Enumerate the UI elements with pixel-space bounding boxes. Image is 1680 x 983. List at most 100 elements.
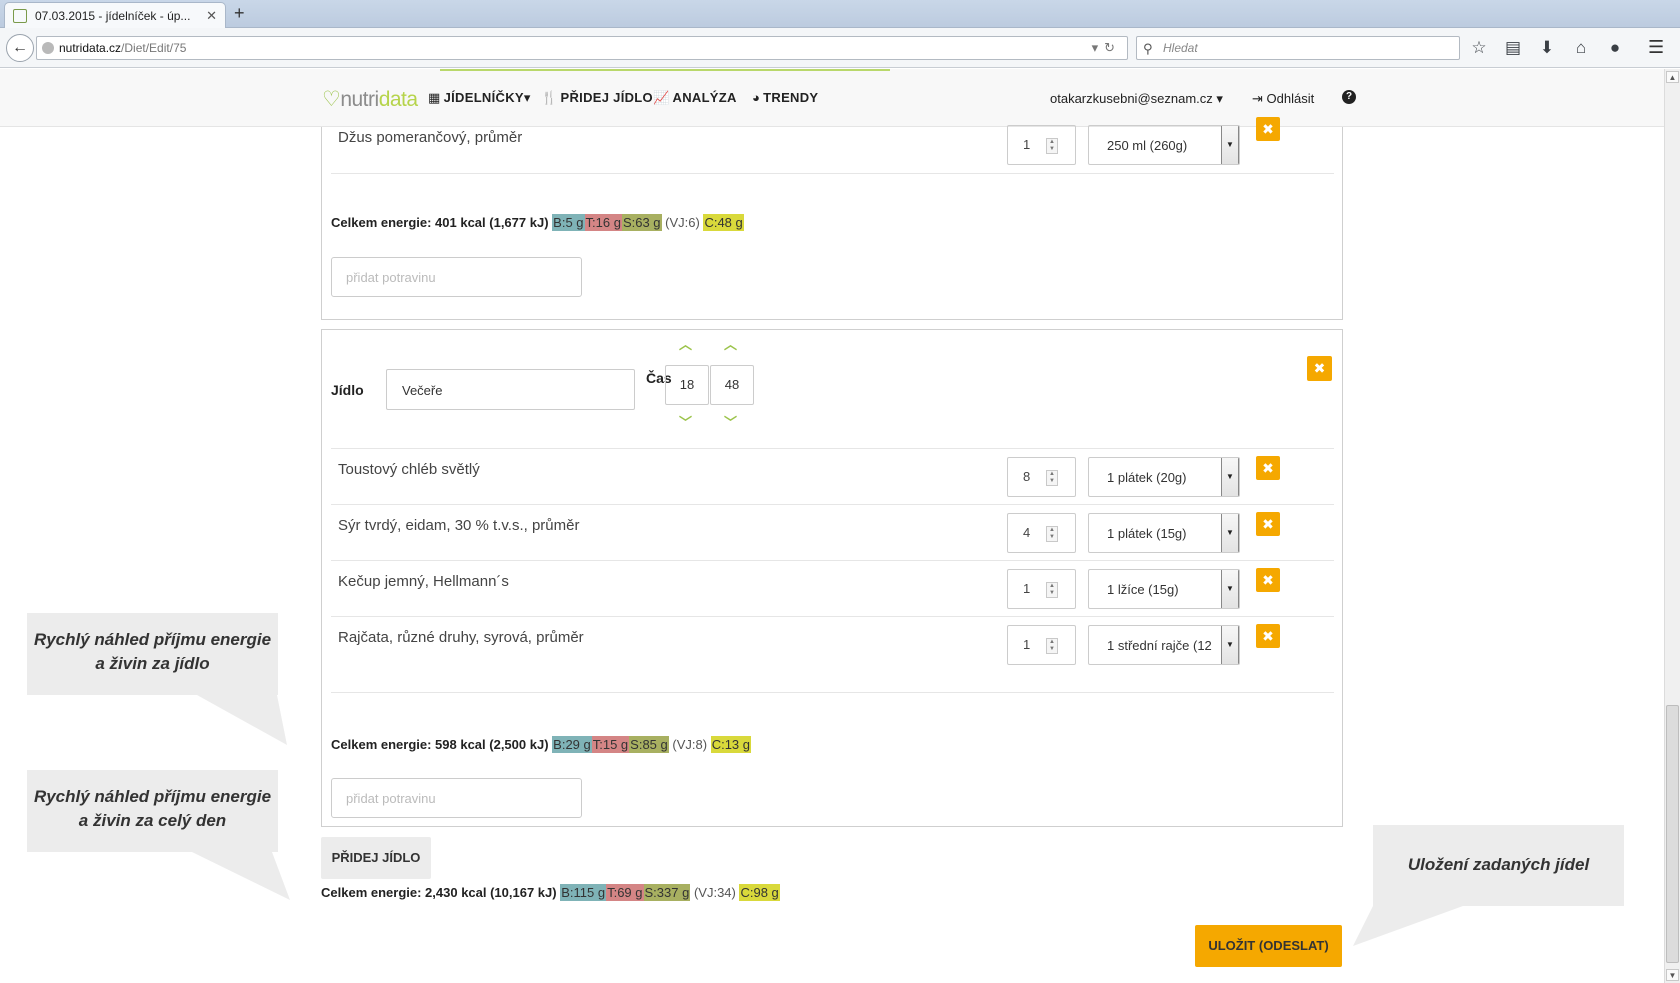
scroll-up-arrow-icon[interactable]: ▲	[1666, 71, 1679, 83]
fiber-badge: C:13 g	[710, 736, 751, 753]
browser-toolbar: ← nutridata.cz/Diet/Edit/75 ▾↻ ⚲ Hledat …	[0, 28, 1680, 68]
unit-select[interactable]: 1 plátek (15g) ▼	[1088, 513, 1240, 553]
quantity-stepper[interactable]: 8 ▲ ▼	[1007, 457, 1076, 497]
dropdown-arrow-icon[interactable]: ▼	[1221, 458, 1239, 496]
nav-jidelnicky[interactable]: ▦ JÍDELNÍČKY▾	[428, 90, 531, 106]
minute-up-chevron-icon[interactable]: ︿	[724, 334, 737, 353]
spinner-arrows-icon[interactable]: ▲ ▼	[1046, 470, 1058, 486]
quantity-stepper[interactable]: 1 ▲ ▼	[1007, 625, 1076, 665]
dropdown-arrow-icon[interactable]: ▼	[1221, 570, 1239, 608]
scrollbar-thumb[interactable]	[1666, 705, 1679, 963]
chat-icon[interactable]: ●	[1604, 37, 1626, 59]
add-meal-button[interactable]: PŘIDEJ JÍDLO	[321, 837, 431, 879]
spinner-arrows-icon[interactable]: ▲ ▼	[1046, 582, 1058, 598]
browser-search-field[interactable]: ⚲ Hledat	[1136, 36, 1460, 60]
vj-value: (VJ:34)	[693, 885, 736, 900]
spinner-arrows-icon[interactable]: ▲ ▼	[1046, 526, 1058, 542]
remove-food-button[interactable]: ✖	[1256, 512, 1280, 536]
browser-tab[interactable]: 07.03.2015 - jídelníček - úp... ✕	[4, 2, 226, 29]
remove-food-button[interactable]: ✖	[1256, 624, 1280, 648]
close-tab-icon[interactable]: ✕	[206, 8, 217, 24]
dropdown-arrow-icon[interactable]: ▼	[1221, 626, 1239, 664]
unit-select[interactable]: 250 ml (260g) ▼	[1088, 125, 1240, 165]
search-placeholder: Hledat	[1163, 41, 1198, 55]
reload-icon[interactable]: ▾↻	[1092, 37, 1121, 59]
fiber-badge: C:48 g	[703, 214, 744, 231]
home-icon[interactable]: ⌂	[1570, 37, 1592, 59]
line-chart-icon: 📈	[653, 90, 670, 105]
add-food-input[interactable]: přidat potravinu	[331, 778, 582, 818]
callout-pointer	[197, 695, 287, 745]
user-menu[interactable]: otakarzkusebni@seznam.cz ▾	[1050, 91, 1223, 107]
reading-list-icon[interactable]: ▤	[1502, 37, 1524, 59]
spinner-arrows-icon[interactable]: ▲ ▼	[1046, 138, 1058, 154]
meal-label: Jídlo	[331, 382, 364, 398]
dropdown-arrow-icon[interactable]: ▼	[1221, 514, 1239, 552]
vj-value: (VJ:6)	[665, 215, 700, 230]
page-scrollbar[interactable]: ▲ ▼	[1664, 69, 1680, 983]
unit-select[interactable]: 1 plátek (20g) ▼	[1088, 457, 1240, 497]
logout-link[interactable]: ⇥ Odhlásit	[1252, 91, 1314, 107]
nav-pridej-jidlo[interactable]: 🍴 PŘIDEJ JÍDLO	[541, 90, 653, 106]
scroll-down-arrow-icon[interactable]: ▼	[1666, 969, 1679, 981]
quantity-stepper[interactable]: 1 ▲ ▼	[1007, 569, 1076, 609]
meal-name-input[interactable]: Večeře	[386, 369, 635, 410]
save-button[interactable]: ULOŽIT (ODESLAT)	[1195, 925, 1342, 967]
nav-analyza[interactable]: 📈 ANALÝZA	[653, 90, 737, 106]
logout-icon: ⇥	[1252, 91, 1263, 106]
quantity-stepper[interactable]: 4 ▲ ▼	[1007, 513, 1076, 553]
globe-icon	[42, 42, 54, 54]
minute-down-chevron-icon[interactable]: ﹀	[724, 412, 737, 431]
food-row: Džus pomerančový, průměr 1 ▲ ▼ 250 ml (26…	[331, 117, 1334, 174]
add-food-input[interactable]: přidat potravinu	[331, 257, 582, 297]
calendar-icon: ▦	[428, 90, 441, 105]
hamburger-menu-icon[interactable]: ☰	[1648, 37, 1664, 58]
fat-badge: T:15 g	[591, 736, 630, 753]
url-path: /Diet/Edit/75	[121, 41, 187, 55]
quantity-stepper[interactable]: 1 ▲ ▼	[1007, 125, 1076, 165]
caret-down-icon: ▾	[1216, 91, 1223, 106]
url-host: nutridata.cz	[59, 41, 122, 55]
saccharide-badge: S:85 g	[629, 736, 669, 753]
saccharide-badge: S:337 g	[643, 884, 691, 901]
hour-input[interactable]: 18	[665, 365, 709, 405]
back-arrow-icon[interactable]: ←	[6, 34, 34, 62]
leaf-icon: ♡	[322, 88, 341, 111]
day-energy-summary: Celkem energie: 2,430 kcal (10,167 kJ) B…	[321, 884, 780, 901]
callout-pointer	[1353, 906, 1463, 946]
page-favicon-icon	[13, 9, 27, 23]
meal-summary-callout: Rychlý náhled příjmu energie a živin za …	[27, 613, 287, 745]
callout-pointer	[192, 852, 290, 900]
meal-card: Džus pomerančový, průměr 1 ▲ ▼ 250 ml (26…	[321, 117, 1343, 320]
unit-select[interactable]: 1 střední rajče (12 ▼	[1088, 625, 1240, 665]
save-callout: Uložení zadaných jídel	[1353, 825, 1624, 946]
bookmark-star-icon[interactable]: ☆	[1468, 37, 1490, 59]
remove-food-button[interactable]: ✖	[1256, 456, 1280, 480]
minute-input[interactable]: 48	[710, 365, 754, 405]
food-row: Toustový chléb světlý 8 ▲ ▼ 1 plátek (20g…	[331, 449, 1334, 505]
remove-food-button[interactable]: ✖	[1256, 568, 1280, 592]
spinner-arrows-icon[interactable]: ▲ ▼	[1046, 638, 1058, 654]
caret-down-icon: ▾	[523, 90, 531, 105]
food-name: Toustový chléb světlý	[338, 461, 480, 478]
meal-card: ︿ ︿ Jídlo Večeře Čas 18 48 ﹀ ﹀ ✖ Toustov…	[321, 329, 1343, 827]
remove-meal-button[interactable]: ✖	[1307, 356, 1332, 381]
remove-food-button[interactable]: ✖	[1256, 117, 1280, 141]
fat-badge: T:69 g	[606, 884, 644, 901]
url-bar[interactable]: nutridata.cz/Diet/Edit/75 ▾↻	[36, 36, 1128, 60]
nutridata-logo[interactable]: ♡nutridata	[322, 87, 418, 112]
download-icon[interactable]: ⬇	[1536, 37, 1558, 59]
help-icon[interactable]: ?	[1342, 90, 1356, 104]
hour-down-chevron-icon[interactable]: ﹀	[679, 412, 692, 431]
protein-badge: B:5 g	[552, 214, 585, 231]
fat-badge: T:16 g	[584, 214, 622, 231]
header-accent-line	[440, 69, 890, 71]
new-tab-icon[interactable]: +	[234, 3, 245, 24]
unit-select[interactable]: 1 lžíce (15g) ▼	[1088, 569, 1240, 609]
meal-energy-summary: Celkem energie: 598 kcal (2,500 kJ) B:29…	[331, 736, 751, 753]
hour-up-chevron-icon[interactable]: ︿	[679, 334, 692, 353]
food-name: Rajčata, různé druhy, syrová, průměr	[338, 629, 584, 646]
nav-trendy[interactable]: ◕ TRENDY	[752, 90, 818, 105]
browser-tab-strip: 07.03.2015 - jídelníček - úp... ✕ +	[0, 0, 1680, 29]
dropdown-arrow-icon[interactable]: ▼	[1221, 126, 1239, 164]
